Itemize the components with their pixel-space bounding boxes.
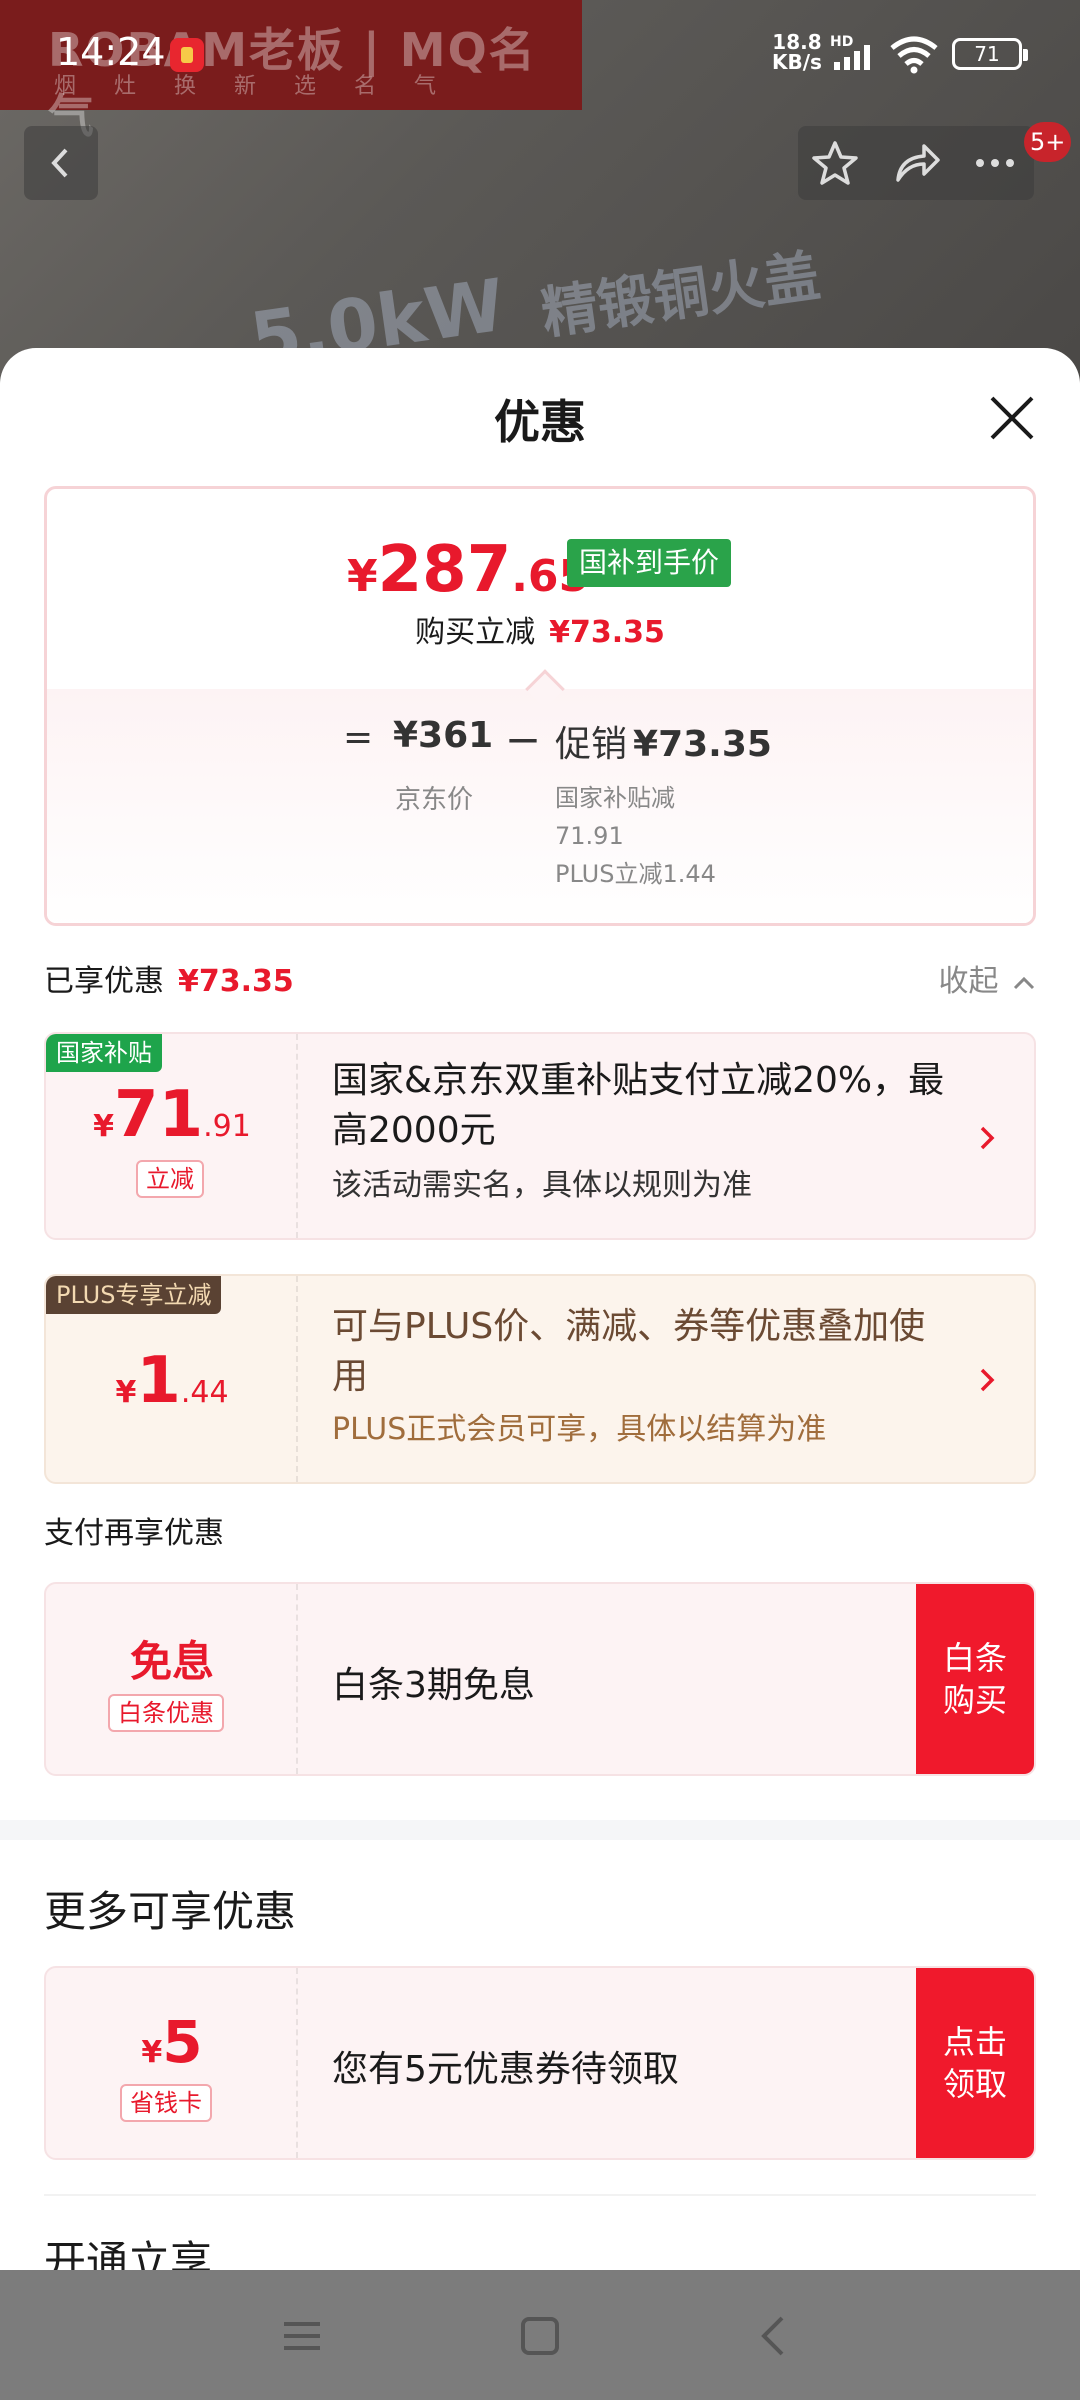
claim-coupon-button[interactable]: 点击领取 xyxy=(916,1968,1034,2158)
baitiao-buy-label: 白条购买 xyxy=(942,1639,1007,1719)
plus-discount-decimal: .44 xyxy=(180,1375,229,1410)
red-envelope-notification-icon xyxy=(170,38,204,72)
savings-currency: ¥ xyxy=(141,2035,163,2070)
plus-discount-currency: ¥ xyxy=(115,1375,137,1410)
plus-discount-integer: 1 xyxy=(136,1344,181,1418)
top-actions xyxy=(798,126,1034,200)
section-divider xyxy=(0,1820,1080,1840)
network-speed-unit: KB/s xyxy=(772,50,822,74)
plus-discount-amount: ¥1.44 xyxy=(46,1344,298,1418)
national-subsidy-decimal: .91 xyxy=(203,1109,251,1144)
network-speed: 18.8 KB/s xyxy=(772,32,822,72)
chevron-right-icon xyxy=(980,1368,995,1392)
divider-line xyxy=(44,2194,1036,2196)
baitiao-text: 白条3期免息 xyxy=(332,1665,535,1706)
chevron-right-icon xyxy=(980,1126,995,1150)
final-price: ¥287.65 xyxy=(347,533,589,607)
back-icon xyxy=(51,148,68,178)
chevron-up-icon xyxy=(1013,976,1035,989)
collapse-button[interactable]: 收起 xyxy=(938,956,1036,1000)
national-subsidy-integer: 71 xyxy=(114,1078,204,1152)
open-membership-heading: 开通立享 xyxy=(44,2237,213,2270)
baitiao-buy-button[interactable]: 白条购买 xyxy=(916,1584,1034,1774)
promotion-value: ¥73.35 xyxy=(633,724,772,765)
minus-sign: － xyxy=(505,722,542,763)
status-bar: 14:24 18.8 KB/s HD 71 xyxy=(0,0,1080,110)
plus-discount-tag: PLUS专享立减 xyxy=(46,1276,222,1314)
sheet-title: 优惠 xyxy=(494,395,586,449)
national-subsidy-desc: 该活动需实名，具体以规则为准 xyxy=(332,1168,752,1203)
final-price-integer: 287 xyxy=(377,533,512,607)
enjoyed-discount-row: 已享优惠 ¥73.35 xyxy=(44,956,294,1000)
menu-icon[interactable] xyxy=(280,2314,324,2358)
final-price-tag: 国补到手价 xyxy=(567,539,732,587)
equals-sign: = xyxy=(343,717,374,758)
wifi-icon xyxy=(890,36,938,74)
network-speed-value: 18.8 xyxy=(772,30,822,54)
savings-amount: ¥5 xyxy=(46,2008,298,2076)
national-subsidy-tag: 国家补贴 xyxy=(46,1034,162,1072)
back-triangle-icon[interactable] xyxy=(752,2314,796,2358)
national-subsidy-card[interactable]: 国家补贴 ¥71.91 立减 国家&京东双重补贴支付立减20%，最高2000元 … xyxy=(44,1032,1036,1240)
product-image-text-2: 精锻铜火盖 xyxy=(537,243,824,348)
national-subsidy-amount: ¥71.91 xyxy=(46,1078,298,1152)
back-button[interactable] xyxy=(24,126,98,200)
pay-discount-heading: 支付再享优惠 xyxy=(44,1516,224,1551)
discount-sheet: 优惠 ¥287.65 国补到手价 购买立减 ¥73.35 = ¥361 京东价 －… xyxy=(0,348,1080,2270)
price-summary-box: ¥287.65 国补到手价 购买立减 ¥73.35 = ¥361 京东价 － 促销… xyxy=(44,486,1036,926)
status-time: 14:24 xyxy=(56,30,166,74)
savings-card[interactable]: ¥5 省钱卡 您有5元优惠券待领取 点击领取 xyxy=(44,1966,1036,2160)
plus-discount-title: 可与PLUS价、满减、券等优惠叠加使用 xyxy=(332,1306,926,1397)
enjoyed-amount: ¥73.35 xyxy=(178,964,294,999)
national-subsidy-title: 国家&京东双重补贴支付立减20%，最高2000元 xyxy=(332,1060,945,1151)
national-subsidy-currency: ¥ xyxy=(93,1109,115,1144)
system-navigation-bar xyxy=(0,2270,1080,2400)
star-icon[interactable] xyxy=(810,138,860,188)
instant-cut-row: 购买立减 ¥73.35 xyxy=(47,607,1033,651)
share-icon[interactable] xyxy=(892,138,942,188)
plus-discount-desc: PLUS正式会员可享，具体以结算为准 xyxy=(332,1412,827,1447)
promotion-detail-subsidy: 国家补贴减 xyxy=(555,784,675,812)
interest-free-label: 免息 xyxy=(129,1637,214,1686)
savings-text: 您有5元优惠券待领取 xyxy=(332,2049,679,2090)
savings-integer: 5 xyxy=(162,2008,203,2076)
jd-price-value: ¥361 xyxy=(393,715,494,756)
savings-card-tag: 省钱卡 xyxy=(120,2084,212,2122)
close-icon[interactable] xyxy=(984,390,1040,446)
claim-coupon-label: 点击领取 xyxy=(942,2023,1007,2103)
final-price-currency: ¥ xyxy=(347,551,378,602)
instant-cut-label: 购买立减 xyxy=(415,615,536,650)
plus-discount-card[interactable]: PLUS专享立减 ¥1.44 可与PLUS价、满减、券等优惠叠加使用 PLUS正… xyxy=(44,1274,1036,1484)
promotion-label: 促销 xyxy=(555,724,628,765)
promotion-detail-plus: PLUS立减1.44 xyxy=(555,860,716,888)
promotion-detail: 国家补贴减 71.91 PLUS立减1.44 xyxy=(555,779,716,893)
collapse-label: 收起 xyxy=(938,964,999,999)
message-count-badge: 5+ xyxy=(1024,122,1072,162)
baitiao-card[interactable]: 免息 白条优惠 白条3期免息 白条购买 xyxy=(44,1582,1036,1776)
instant-cut-tag: 立减 xyxy=(136,1160,204,1198)
instant-cut-amount: ¥73.35 xyxy=(549,615,665,650)
baitiao-tag: 白条优惠 xyxy=(108,1694,224,1732)
promotion-amount: 促销 ¥73.35 xyxy=(555,715,772,767)
cellular-signal-icon xyxy=(834,45,870,70)
more-discount-heading: 更多可享优惠 xyxy=(44,1887,297,1936)
promotion-detail-subsidy-amount: 71.91 xyxy=(555,822,624,850)
home-icon[interactable] xyxy=(518,2314,562,2358)
enjoyed-label: 已享优惠 xyxy=(44,964,164,999)
more-icon[interactable] xyxy=(970,138,1020,188)
battery-indicator: 71 xyxy=(952,38,1028,70)
jd-price-label: 京东价 xyxy=(395,785,474,815)
